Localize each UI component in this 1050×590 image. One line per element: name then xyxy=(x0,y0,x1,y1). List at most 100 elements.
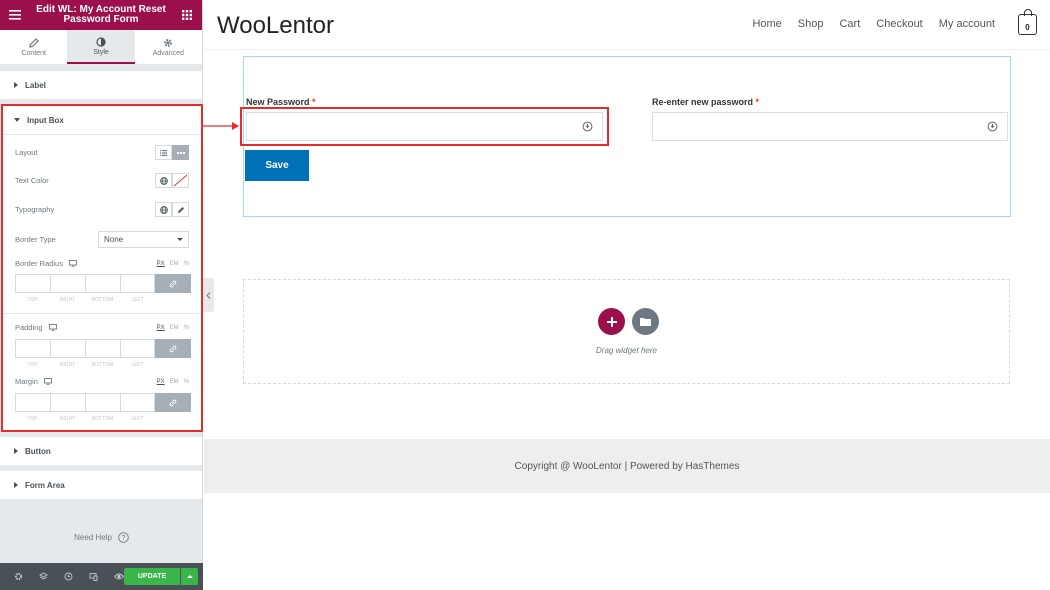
tab-content-label: Content xyxy=(21,49,46,57)
dimension-top-input[interactable] xyxy=(15,339,50,358)
padding-dimensions xyxy=(15,339,191,358)
border-type-select[interactable]: None xyxy=(98,231,189,248)
add-section-button[interactable] xyxy=(598,308,625,335)
unit-em[interactable]: EM xyxy=(170,325,179,331)
copyright-text: Copyright @ WooLentor | Powered by HasTh… xyxy=(514,460,740,472)
unit-px[interactable]: PX xyxy=(157,379,165,385)
widgets-grid-icon[interactable] xyxy=(180,8,194,22)
need-help-link[interactable]: Need Help ? xyxy=(0,532,203,543)
add-template-button[interactable] xyxy=(632,308,659,335)
section-label[interactable]: Label xyxy=(0,71,202,99)
unit-px[interactable]: PX xyxy=(157,261,165,267)
unit-switcher: PX EM % xyxy=(157,325,189,331)
password-reveal-icon[interactable] xyxy=(987,121,998,132)
dim-label-top: TOP xyxy=(27,416,38,422)
border-type-control: Border Type None xyxy=(15,231,189,248)
margin-dimensions xyxy=(15,393,191,412)
chevron-left-icon xyxy=(206,291,211,299)
border-radius-control: Border Radius PX EM % xyxy=(15,259,189,268)
dimension-left-input[interactable] xyxy=(120,339,155,358)
section-button[interactable]: Button xyxy=(0,437,202,465)
dimension-left-input[interactable] xyxy=(120,393,155,412)
dimension-right-input[interactable] xyxy=(50,339,85,358)
dimension-labels: TOP RIGHT BOTTOM LEFT xyxy=(15,416,156,422)
unit-switcher: PX EM % xyxy=(157,379,189,385)
dimension-top-input[interactable] xyxy=(15,393,50,412)
desktop-icon[interactable] xyxy=(69,260,77,267)
global-icon[interactable] xyxy=(155,202,172,217)
desktop-icon[interactable] xyxy=(48,324,57,331)
color-swatch-empty[interactable] xyxy=(172,173,189,188)
main-nav: Home Shop Cart Checkout My account xyxy=(752,18,995,30)
border-type-value: None xyxy=(104,235,124,244)
link-values-icon[interactable] xyxy=(155,339,191,358)
global-icon[interactable] xyxy=(155,173,172,188)
link-values-icon[interactable] xyxy=(155,393,191,412)
half-circle-icon xyxy=(96,36,106,47)
dimension-left-input[interactable] xyxy=(120,274,155,293)
site-logo[interactable]: WooLentor xyxy=(217,12,334,40)
layout-inline-icon[interactable] xyxy=(172,145,189,160)
nav-my-account[interactable]: My account xyxy=(939,18,995,30)
edit-pencil-icon[interactable] xyxy=(172,202,189,217)
nav-checkout[interactable]: Checkout xyxy=(876,18,922,30)
tab-advanced-label: Advanced xyxy=(152,49,184,57)
divider xyxy=(3,313,201,314)
nav-shop[interactable]: Shop xyxy=(798,18,824,30)
cart-bag-icon[interactable]: 0 xyxy=(1018,9,1037,35)
site-header: WooLentor Home Shop Cart Checkout My acc… xyxy=(204,0,1050,50)
dimension-right-input[interactable] xyxy=(50,393,85,412)
caret-right-icon xyxy=(14,482,18,488)
nav-home[interactable]: Home xyxy=(752,18,781,30)
nav-cart[interactable]: Cart xyxy=(839,18,860,30)
chevron-down-icon xyxy=(177,238,183,241)
tab-content[interactable]: Content xyxy=(0,30,67,64)
tab-style[interactable]: Style xyxy=(67,30,135,64)
section-input-box-title: Input Box xyxy=(27,115,64,125)
unit-em[interactable]: EM xyxy=(170,261,179,267)
desktop-icon[interactable] xyxy=(43,378,52,385)
settings-icon[interactable] xyxy=(6,563,31,590)
dim-label-bottom: BOTTOM xyxy=(91,297,114,303)
dimension-top-input[interactable] xyxy=(15,274,50,293)
caret-down-icon xyxy=(14,118,20,122)
reenter-password-input[interactable] xyxy=(652,112,1008,141)
dimension-bottom-input[interactable] xyxy=(85,393,120,412)
unit-em[interactable]: EM xyxy=(170,379,179,385)
margin-control: Margin PX EM % xyxy=(15,377,189,386)
typography-label: Typography xyxy=(15,205,55,214)
unit-percent[interactable]: % xyxy=(184,379,189,385)
save-button[interactable]: Save xyxy=(245,150,309,181)
dim-label-right: RIGHT xyxy=(59,362,76,368)
layout-label: Layout xyxy=(15,148,38,157)
border-radius-label: Border Radius xyxy=(15,259,63,268)
dim-label-left: LEFT xyxy=(131,297,144,303)
text-color-control: Text Color xyxy=(15,173,189,188)
link-values-icon[interactable] xyxy=(155,274,191,293)
border-radius-dimensions xyxy=(15,274,191,293)
tab-style-label: Style xyxy=(93,48,109,56)
layout-list-icon[interactable] xyxy=(155,145,172,160)
collapse-panel-handle[interactable] xyxy=(203,278,214,312)
history-icon[interactable] xyxy=(56,563,81,590)
panel-footer: UPDATE xyxy=(0,563,203,590)
navigator-layers-icon[interactable] xyxy=(31,563,56,590)
dimension-bottom-input[interactable] xyxy=(85,339,120,358)
unit-px[interactable]: PX xyxy=(157,325,165,331)
dimension-right-input[interactable] xyxy=(50,274,85,293)
unit-percent[interactable]: % xyxy=(184,261,189,267)
dim-label-left: LEFT xyxy=(131,362,144,368)
dimension-bottom-input[interactable] xyxy=(85,274,120,293)
gear-icon xyxy=(164,38,173,47)
unit-percent[interactable]: % xyxy=(184,325,189,331)
hamburger-menu-icon[interactable] xyxy=(8,8,22,22)
caret-right-icon xyxy=(14,448,18,454)
section-input-box: Input Box Layout Text Color Typography B… xyxy=(1,104,203,432)
panel-tabs: Content Style Advanced xyxy=(0,30,202,65)
update-button[interactable]: UPDATE xyxy=(124,568,180,585)
section-input-box-header[interactable]: Input Box xyxy=(3,106,201,134)
tab-advanced[interactable]: Advanced xyxy=(135,30,202,64)
update-options-caret-icon[interactable] xyxy=(181,568,198,585)
responsive-mode-icon[interactable] xyxy=(81,563,106,590)
section-form-area[interactable]: Form Area xyxy=(0,471,202,499)
